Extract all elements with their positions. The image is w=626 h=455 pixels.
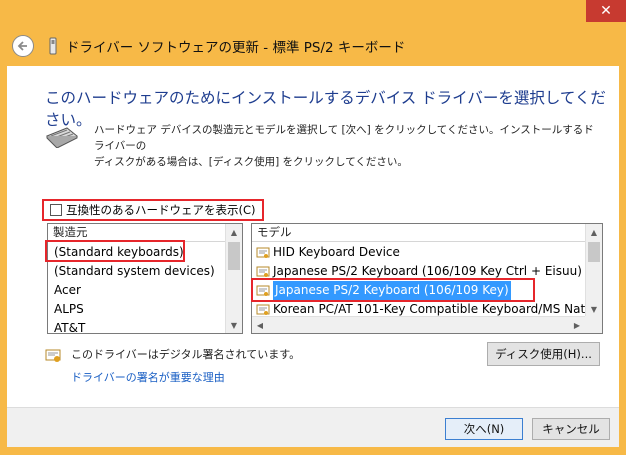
scroll-right-icon[interactable]: ▶ [569, 317, 585, 333]
model-item[interactable]: HID Keyboard Device [252, 243, 586, 262]
instructions-line-1: ハードウェア デバイスの製造元とモデルを選択して [次へ] をクリックしてくださ… [94, 124, 594, 152]
model-list[interactable]: モデル HID Keyboard Device Japanese PS/2 Ke… [251, 223, 603, 334]
close-button[interactable]: ✕ [586, 0, 626, 22]
keyboard-icon [46, 127, 78, 148]
model-item[interactable]: Japanese PS/2 Keyboard (106/109 Key Ctrl… [252, 262, 586, 281]
model-item-label: Japanese PS/2 Keyboard (106/109 Key Ctrl… [273, 264, 582, 278]
checkbox-label: 互換性のあるハードウェアを表示(C) [66, 203, 256, 217]
next-button[interactable]: 次へ(N) [445, 418, 523, 440]
manufacturer-header: 製造元 [48, 224, 242, 242]
manufacturer-item[interactable]: AT&T [48, 319, 215, 338]
checkbox-box[interactable] [50, 204, 62, 216]
driver-update-window: ✕ ドライバー ソフトウェアの更新 - 標準 PS/2 キーボード このハードウ… [0, 0, 626, 455]
instructions-line-2: ディスクがある場合は、[ディスク使用] をクリックしてください。 [94, 156, 408, 168]
model-item-label: Japanese PS/2 Keyboard (106/109 Key) [273, 281, 511, 300]
instructions: ハードウェア デバイスの製造元とモデルを選択して [次へ] をクリックしてくださ… [94, 122, 604, 170]
signature-info-link[interactable]: ドライバーの署名が重要な理由 [71, 369, 225, 385]
manufacturer-item[interactable]: (Standard keyboards) [48, 243, 215, 262]
manufacturer-items: (Standard keyboards) (Standard system de… [48, 243, 215, 338]
model-horizontal-scrollbar[interactable]: ◀ ▶ [252, 316, 585, 333]
title-bar: ドライバー ソフトウェアの更新 - 標準 PS/2 キーボード [6, 28, 620, 64]
driver-icon [256, 266, 270, 277]
device-icon [49, 37, 57, 55]
scroll-thumb[interactable] [228, 242, 240, 270]
compatible-hardware-checkbox[interactable]: 互換性のあるハードウェアを表示(C) [42, 199, 264, 221]
cancel-button[interactable]: キャンセル [532, 418, 610, 440]
driver-icon [256, 285, 270, 296]
have-disk-button[interactable]: ディスク使用(H)... [487, 342, 600, 366]
footer-bar: 次へ(N) キャンセル [7, 407, 619, 447]
manufacturer-list[interactable]: 製造元 (Standard keyboards) (Standard syste… [47, 223, 243, 335]
model-item-label: Korean PC/AT 101-Key Compatible Keyboard… [273, 302, 586, 316]
model-item-label: HID Keyboard Device [273, 245, 400, 259]
model-item-selected[interactable]: Japanese PS/2 Keyboard (106/109 Key) [252, 281, 586, 300]
driver-icon [256, 247, 270, 258]
scroll-up-icon[interactable]: ▲ [586, 224, 602, 240]
model-item[interactable]: Korean PC/AT 101-Key Compatible Keyboard… [252, 300, 586, 317]
model-vertical-scrollbar[interactable]: ▲ ▼ [585, 224, 602, 317]
model-items: HID Keyboard Device Japanese PS/2 Keyboa… [252, 243, 586, 317]
window-title: ドライバー ソフトウェアの更新 - 標準 PS/2 キーボード [66, 40, 406, 56]
scroll-down-icon[interactable]: ▼ [226, 317, 242, 333]
manufacturer-item[interactable]: (Standard system devices) [48, 262, 215, 281]
certificate-icon [45, 349, 61, 362]
scroll-up-icon[interactable]: ▲ [226, 224, 242, 240]
driver-icon [256, 304, 270, 315]
content-panel: このハードウェアのためにインストールするデバイス ドライバーを選択してください。… [7, 66, 619, 407]
model-header: モデル [252, 224, 602, 242]
manufacturer-item[interactable]: ALPS [48, 300, 215, 319]
scroll-thumb[interactable] [588, 242, 600, 262]
back-button[interactable] [12, 35, 34, 57]
back-arrow-icon [17, 41, 27, 51]
manufacturer-scrollbar[interactable]: ▲ ▼ [225, 224, 242, 333]
signature-status: このドライバーはデジタル署名されています。 [71, 348, 301, 361]
scroll-left-icon[interactable]: ◀ [252, 317, 268, 333]
manufacturer-item[interactable]: Acer [48, 281, 215, 300]
close-icon: ✕ [600, 3, 612, 19]
scrollbar-corner [585, 316, 602, 333]
scroll-down-icon[interactable]: ▼ [586, 301, 602, 317]
